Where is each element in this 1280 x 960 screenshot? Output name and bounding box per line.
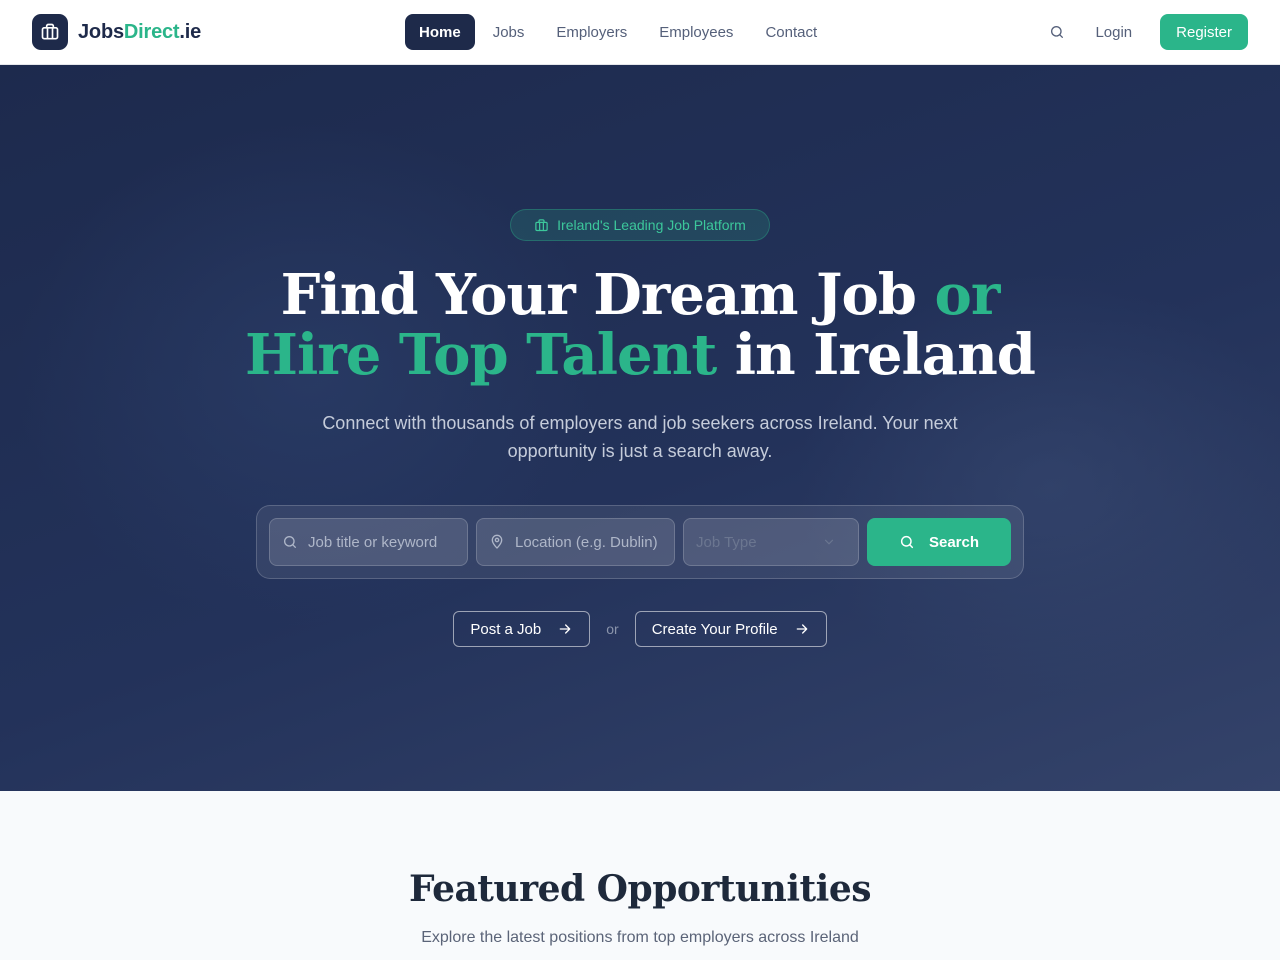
header-actions: Login Register	[1039, 14, 1248, 50]
map-pin-icon	[491, 534, 503, 549]
or-separator: or	[606, 621, 619, 637]
search-icon	[284, 536, 296, 548]
briefcase-icon	[32, 14, 68, 50]
location-placeholder: Location (e.g. Dublin)	[515, 533, 658, 551]
hero-headline: Find Your Dream Job or Hire Top Talent i…	[0, 265, 1280, 385]
briefcase-icon	[535, 218, 548, 231]
post-job-button[interactable]: Post a Job	[453, 611, 591, 647]
featured-subtitle: Explore the latest positions from top em…	[421, 929, 859, 946]
hero-badge: Ireland's Leading Job Platform	[510, 209, 770, 241]
logo-text: JobsDirect.ie	[78, 21, 201, 44]
create-profile-label: Create Your Profile	[651, 620, 778, 638]
hero-subtext: Connect with thousands of employers and …	[322, 413, 958, 461]
headline-part-4: in Ireland	[716, 322, 1036, 388]
keyword-input[interactable]: Job title or keyword	[269, 518, 468, 566]
headline-part-1: Find Your Dream Job	[280, 262, 935, 328]
job-search-form: Job title or keyword Location (e.g. Dubl…	[256, 505, 1024, 579]
featured-title: Featured Opportunities	[408, 868, 872, 910]
nav-jobs[interactable]: Jobs	[479, 14, 539, 50]
nav-home[interactable]: Home	[405, 14, 475, 50]
job-type-value: Job Type	[696, 533, 757, 551]
nav-contact[interactable]: Contact	[751, 14, 831, 50]
site-header: JobsDirect.ie Home Jobs Employers Employ…	[0, 0, 1280, 65]
register-button[interactable]: Register	[1160, 14, 1248, 50]
arrow-right-icon	[796, 624, 807, 634]
search-button[interactable]: Search	[867, 518, 1011, 566]
logo-text-tld: .ie	[179, 20, 202, 43]
job-type-select[interactable]: Job Type	[683, 518, 859, 566]
location-input[interactable]: Location (e.g. Dublin)	[476, 518, 675, 566]
hero-section: Ireland's Leading Job Platform Find Your…	[0, 65, 1280, 791]
arrow-right-icon	[559, 624, 571, 634]
create-profile-button[interactable]: Create Your Profile	[634, 611, 827, 647]
search-icon[interactable]	[1039, 14, 1075, 50]
logo[interactable]: JobsDirect.ie	[32, 14, 201, 50]
hero-badge-label: Ireland's Leading Job Platform	[557, 217, 746, 233]
logo-text-jobs: Jobs	[78, 20, 124, 43]
headline-part-3: Hire Top Talent	[245, 322, 717, 388]
nav-employees[interactable]: Employees	[645, 14, 747, 50]
search-icon	[900, 535, 914, 549]
logo-text-direct: Direct	[123, 20, 180, 43]
cta-row: Post a Job or Create Your Profile	[0, 611, 1280, 647]
main-nav: Home Jobs Employers Employees Contact	[405, 14, 835, 50]
post-job-label: Post a Job	[470, 620, 542, 638]
search-button-label: Search	[928, 533, 980, 551]
chevron-down-icon	[824, 539, 834, 545]
nav-employers[interactable]: Employers	[542, 14, 641, 50]
login-link[interactable]: Login	[1095, 24, 1132, 41]
keyword-placeholder: Job title or keyword	[308, 533, 438, 551]
headline-part-2: or	[934, 262, 1000, 328]
